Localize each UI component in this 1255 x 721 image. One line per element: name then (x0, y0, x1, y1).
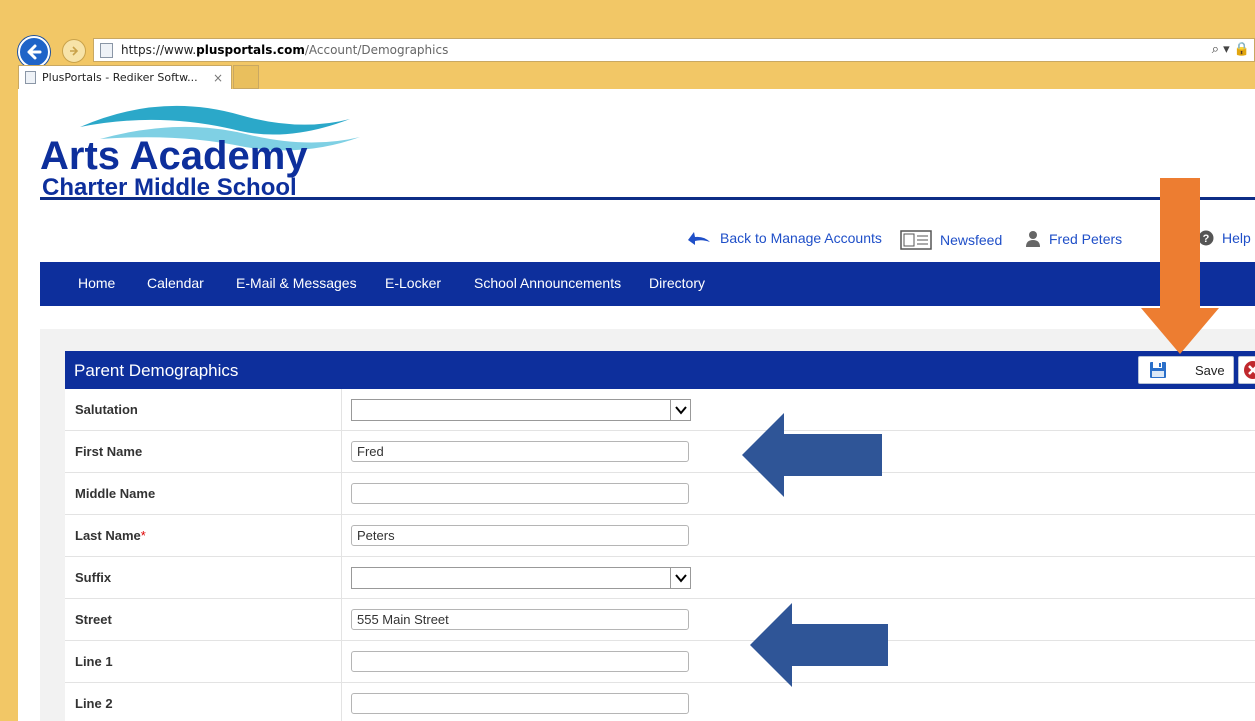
column-divider (341, 389, 342, 430)
row-first-name: First Name (65, 431, 1255, 473)
nav-e-locker[interactable]: E-Locker (385, 275, 441, 291)
user-name: Fred Peters (1049, 231, 1123, 247)
suffix-label: Suffix (75, 570, 112, 585)
newspaper-icon (900, 230, 932, 250)
line-2-input[interactable] (351, 693, 689, 714)
column-divider (341, 431, 342, 472)
line-1-input[interactable] (351, 651, 689, 672)
nav-home[interactable]: Home (78, 275, 115, 291)
line-1-label: Line 1 (75, 654, 113, 669)
column-divider (341, 473, 342, 514)
arrow-left-icon (27, 44, 42, 60)
middle-name-input[interactable] (351, 483, 689, 504)
tab-title: PlusPortals - Rediker Softw... (42, 71, 198, 84)
user-profile-link[interactable]: Fred Peters (1025, 230, 1122, 248)
last-name-label-text: Last Name (75, 528, 141, 543)
chevron-down-icon (670, 400, 690, 420)
salutation-select[interactable] (351, 399, 691, 421)
cancel-button[interactable] (1238, 356, 1255, 384)
column-divider (341, 599, 342, 640)
middle-name-label: Middle Name (75, 486, 156, 501)
row-middle-name: Middle Name (65, 473, 1255, 515)
user-icon (1026, 231, 1040, 247)
floppy-disk-icon (1150, 362, 1166, 378)
chevron-down-icon (670, 568, 690, 588)
top-links: Back to Manage Accounts Newsfeed Fred Pe… (18, 230, 1255, 252)
url-path: /Account/Demographics (304, 43, 449, 57)
row-line-1: Line 1 (65, 641, 1255, 683)
column-divider (341, 683, 342, 721)
save-button[interactable]: Save (1138, 356, 1234, 384)
search-icon[interactable]: ⌕ ▾ 🔒 (1212, 42, 1250, 57)
row-salutation: Salutation (65, 389, 1255, 431)
row-last-name: Last Name* (65, 515, 1255, 557)
parent-demographics-panel: Parent Demographics Save Salutation Firs… (65, 351, 1255, 721)
school-name-line1: Arts Academy (40, 134, 308, 178)
nav-school-announcements[interactable]: School Announcements (474, 275, 621, 291)
arrow-right-icon (70, 46, 79, 56)
last-name-label: Last Name* (75, 528, 146, 543)
line-2-label: Line 2 (75, 696, 113, 711)
column-divider (341, 641, 342, 682)
close-icon (1244, 361, 1255, 379)
row-street: Street (65, 599, 1255, 641)
address-bar[interactable]: https://www. plusportals.com/Account/Demo… (93, 38, 1255, 62)
last-name-input[interactable] (351, 525, 689, 546)
nav-email-messages[interactable]: E-Mail & Messages (236, 275, 357, 291)
street-label: Street (75, 612, 112, 627)
new-tab-button[interactable] (233, 65, 259, 89)
url-prefix: https://www. (121, 43, 197, 57)
required-marker: * (140, 528, 146, 543)
main-navbar: Home Calendar E-Mail & Messages E-Locker… (40, 262, 1255, 306)
help-label: Help (1222, 230, 1251, 246)
nav-calendar[interactable]: Calendar (147, 275, 204, 291)
school-logo[interactable]: Arts Academy Charter Middle School (40, 97, 400, 207)
browser-tab[interactable]: PlusPortals - Rediker Softw... × (18, 65, 232, 89)
orange-down-arrow-annotation (1141, 178, 1219, 354)
first-name-input[interactable] (351, 441, 689, 462)
url-domain: plusportals.com (196, 43, 305, 57)
blue-left-arrow-annotation (750, 603, 888, 687)
blue-left-arrow-annotation (742, 413, 882, 497)
suffix-select[interactable] (351, 567, 691, 589)
street-input[interactable] (351, 609, 689, 630)
salutation-label: Salutation (75, 402, 138, 417)
row-line-2: Line 2 (65, 683, 1255, 721)
newsfeed-label: Newsfeed (940, 232, 1003, 248)
browser-frame-edge (0, 95, 18, 721)
page-icon (100, 42, 113, 58)
panel-title: Parent Demographics (74, 361, 239, 380)
save-label: Save (1195, 362, 1225, 378)
back-arrow-icon (688, 232, 710, 245)
row-suffix: Suffix (65, 557, 1255, 599)
page-viewport: Arts Academy Charter Middle School Back … (18, 89, 1255, 721)
column-divider (341, 557, 342, 598)
first-name-label: First Name (75, 444, 143, 459)
nav-directory[interactable]: Directory (649, 275, 705, 291)
browser-back-button[interactable] (18, 36, 50, 68)
header-divider (40, 197, 1255, 200)
back-link-label: Back to Manage Accounts (720, 230, 882, 246)
newsfeed-link[interactable]: Newsfeed (900, 230, 1002, 250)
panel-header: Parent Demographics Save (65, 351, 1255, 389)
back-to-manage-accounts-link[interactable]: Back to Manage Accounts (686, 230, 882, 246)
tab-page-icon (25, 71, 36, 84)
column-divider (341, 515, 342, 556)
browser-forward-button[interactable] (62, 39, 86, 63)
tab-close-icon[interactable]: × (213, 71, 223, 85)
